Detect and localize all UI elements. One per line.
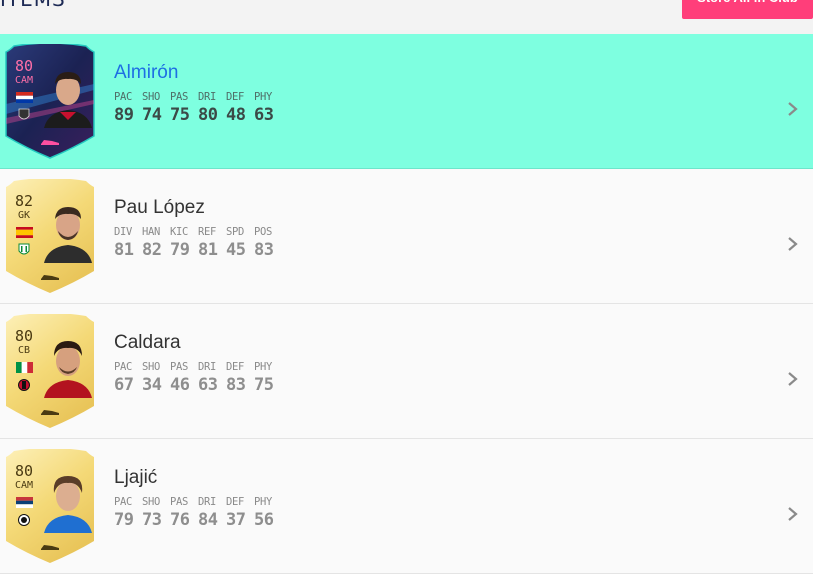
player-item-row[interactable]: 82 GK Pau López DIV 81 HAN 82 KIC 79 REF… — [0, 169, 813, 304]
stat-value: 79 — [114, 510, 134, 530]
card-rating: 80 — [14, 327, 34, 345]
stat-value: 75 — [254, 375, 274, 395]
stat-label: PAS — [170, 496, 189, 508]
stat-label: SHO — [142, 496, 161, 508]
club-crest-icon — [18, 514, 30, 526]
player-item-row[interactable]: 80 CAM Ljajić PAC 79 SHO 73 PAS 76 DRI 8… — [0, 439, 813, 574]
player-portrait-icon — [44, 72, 92, 128]
stat-label: DRI — [198, 91, 217, 103]
items-header: ITEMS Store All in Club — [0, 0, 813, 34]
card-rating: 80 — [14, 57, 34, 75]
stat-value: 76 — [170, 510, 190, 530]
stat-label: DRI — [198, 361, 217, 373]
stat-value: 34 — [142, 375, 162, 395]
stat-value: 84 — [198, 510, 218, 530]
stat-value: 63 — [198, 375, 218, 395]
stat-label: DRI — [198, 496, 217, 508]
boot-icon — [41, 140, 59, 145]
chevron-right-icon[interactable] — [786, 101, 800, 117]
boot-icon — [41, 410, 59, 415]
stat-value: 63 — [254, 105, 274, 125]
stat-label: PAS — [170, 91, 189, 103]
stat-label: POS — [254, 226, 273, 238]
card-rating: 82 — [14, 192, 34, 210]
player-card: 80 CAM — [4, 44, 96, 160]
boot-icon — [41, 545, 59, 550]
stat-label: PAC — [114, 91, 133, 103]
stat-label: DEF — [226, 361, 245, 373]
club-crest-icon — [18, 243, 30, 255]
player-name: Ljajić — [114, 467, 158, 488]
stat-value: 82 — [142, 240, 162, 260]
stat-label: REF — [198, 226, 217, 238]
stat-label: DEF — [226, 496, 245, 508]
chevron-right-icon[interactable] — [786, 506, 800, 522]
stat-label: HAN — [142, 226, 161, 238]
stat-value: 74 — [142, 105, 162, 125]
stat-value: 81 — [198, 240, 218, 260]
italy-flag-icon — [16, 362, 33, 373]
stat-value: 89 — [114, 105, 134, 125]
player-portrait-icon — [44, 207, 92, 263]
stat-label: SHO — [142, 91, 161, 103]
stat-value: 46 — [170, 375, 190, 395]
stat-value: 67 — [114, 375, 134, 395]
stat-value: 83 — [226, 375, 246, 395]
player-name: Almirón — [114, 62, 179, 83]
serbia-flag-icon — [16, 497, 33, 508]
club-crest-icon — [18, 379, 30, 391]
stat-label: SPD — [226, 226, 245, 238]
stat-value: 37 — [226, 510, 246, 530]
section-title: ITEMS — [0, 0, 66, 11]
stat-label: PAC — [114, 496, 133, 508]
player-card: 80 CB — [4, 314, 96, 430]
player-stats: PAC 67 SHO 34 PAS 46 DRI 63 DEF 83 PHY 75 — [114, 360, 282, 396]
player-name: Pau López — [114, 197, 205, 218]
stat-label: PAC — [114, 361, 133, 373]
stat-value: 83 — [254, 240, 274, 260]
store-all-in-club-button[interactable]: Store All in Club — [682, 0, 813, 19]
stat-value: 73 — [142, 510, 162, 530]
player-stats: DIV 81 HAN 82 KIC 79 REF 81 SPD 45 POS 83 — [114, 225, 282, 261]
stat-value: 81 — [114, 240, 134, 260]
spain-flag-icon — [16, 227, 33, 238]
player-stats: PAC 79 SHO 73 PAS 76 DRI 84 DEF 37 PHY 56 — [114, 495, 282, 531]
stat-label: DEF — [226, 91, 245, 103]
card-position: GK — [17, 210, 31, 221]
player-item-row[interactable]: 80 CAM Almirón PAC 89 SHO 74 PAS 75 DRI … — [0, 34, 813, 169]
stat-value: 80 — [198, 105, 218, 125]
player-card: 82 GK — [4, 179, 96, 295]
card-position: CAM — [14, 75, 34, 86]
stat-label: DIV — [114, 226, 133, 238]
player-stats: PAC 89 SHO 74 PAS 75 DRI 80 DEF 48 PHY 63 — [114, 90, 282, 126]
chevron-right-icon[interactable] — [786, 371, 800, 387]
stat-value: 56 — [254, 510, 274, 530]
player-name: Caldara — [114, 332, 181, 353]
paraguay-flag-icon — [16, 92, 33, 103]
stat-value: 48 — [226, 105, 246, 125]
stat-label: PAS — [170, 361, 189, 373]
player-card: 80 CAM — [4, 449, 96, 565]
card-rating: 80 — [14, 462, 34, 480]
stat-value: 79 — [170, 240, 190, 260]
club-crest-icon — [18, 108, 30, 120]
stat-label: KIC — [170, 226, 189, 238]
player-portrait-icon — [44, 476, 92, 533]
stat-value: 75 — [170, 105, 190, 125]
stat-label: PHY — [254, 91, 273, 103]
player-item-row[interactable]: 80 CB Caldara PAC 67 SHO 34 PAS 46 DRI 6… — [0, 304, 813, 439]
boot-icon — [41, 275, 59, 280]
chevron-right-icon[interactable] — [786, 236, 800, 252]
player-portrait-icon — [44, 341, 92, 398]
stat-label: PHY — [254, 496, 273, 508]
stat-value: 45 — [226, 240, 246, 260]
card-position: CB — [17, 345, 31, 356]
stat-label: PHY — [254, 361, 273, 373]
card-position: CAM — [14, 480, 34, 491]
items-list: 80 CAM Almirón PAC 89 SHO 74 PAS 75 DRI … — [0, 34, 813, 574]
stat-label: SHO — [142, 361, 161, 373]
